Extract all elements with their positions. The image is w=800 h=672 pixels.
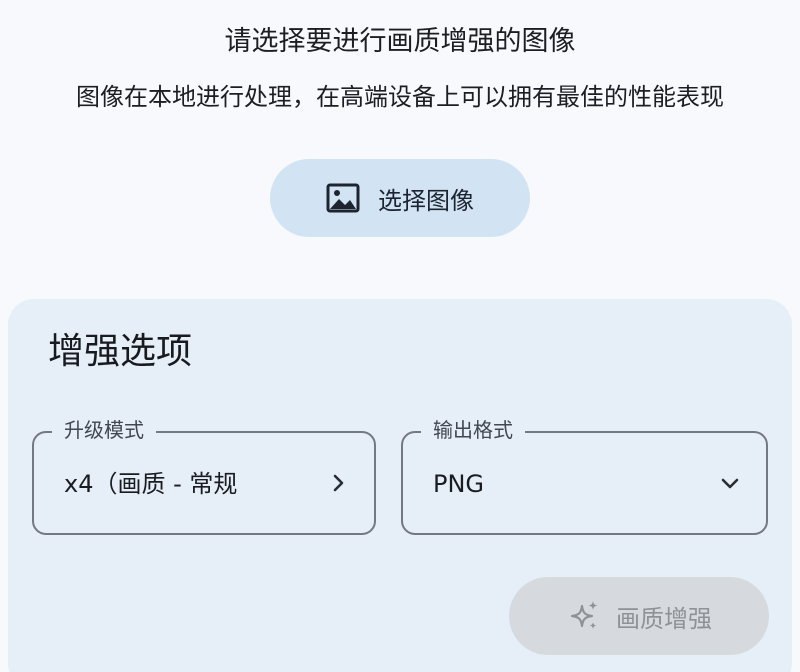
enhance-button-label: 画质增强: [616, 604, 712, 633]
upscale-mode-value: x4（画质 - 常规: [64, 470, 238, 498]
upscale-mode-field[interactable]: 升级模式 x4（画质 - 常规: [32, 415, 376, 535]
select-image-label: 选择图像: [378, 186, 474, 215]
upscale-mode-label: 升级模式: [52, 415, 156, 445]
image-enhance-page: 请选择要进行画质增强的图像 图像在本地进行处理，在高端设备上可以拥有最佳的性能表…: [0, 0, 800, 672]
sparkle-icon: [566, 598, 602, 634]
page-subtitle: 图像在本地进行处理，在高端设备上可以拥有最佳的性能表现: [76, 83, 724, 111]
select-image-button[interactable]: 选择图像: [270, 159, 530, 237]
enhance-button[interactable]: 画质增强: [509, 577, 769, 655]
output-format-value: PNG: [433, 470, 485, 498]
chevron-down-icon: [716, 469, 744, 497]
chevron-right-icon: [324, 469, 352, 497]
options-card-title: 增强选项: [48, 331, 193, 372]
output-format-field[interactable]: 输出格式 PNG: [401, 415, 768, 535]
page-title: 请选择要进行画质增强的图像: [224, 26, 576, 57]
output-format-label: 输出格式: [421, 415, 525, 445]
image-icon: [326, 183, 360, 213]
